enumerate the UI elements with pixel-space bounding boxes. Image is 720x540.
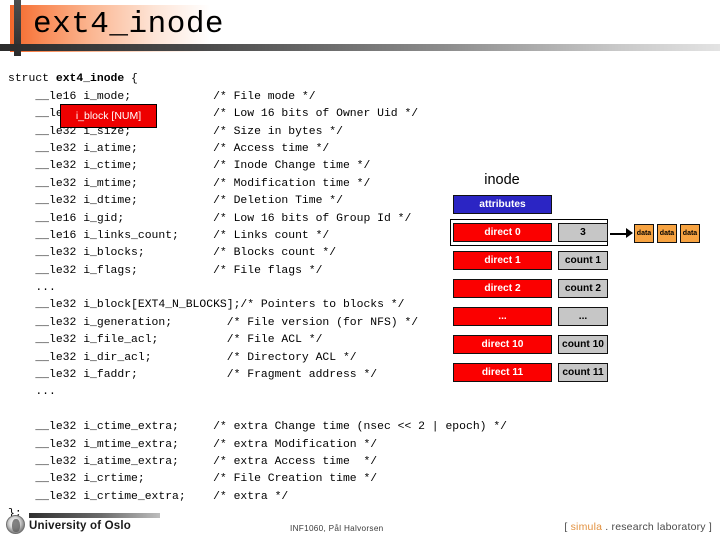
direct-pointer-box-1: direct 1	[453, 251, 552, 270]
block-count-label-0: 3	[580, 227, 586, 238]
block-count-box-2: count 2	[558, 279, 608, 298]
simula-logo-accent: simula	[570, 521, 603, 533]
callout-i-block-label: i_block [NUM]	[75, 110, 142, 122]
code-line: __le32 i_blocks; /* Blocks count */	[8, 247, 337, 260]
code-line: __le32 i_flags; /* File flags */	[8, 264, 323, 277]
code-line: __le16 i_links_count; /* Links count */	[8, 229, 330, 242]
code-line: __le32 i_file_acl; /* File ACL */	[8, 334, 323, 347]
inode-attributes-box: attributes	[453, 195, 552, 214]
code-line: __le32 i_ctime; /* Inode Change time */	[8, 160, 371, 173]
code-line: __le32 i_dir_acl; /* Directory ACL */	[8, 351, 357, 364]
data-block-2: data	[680, 224, 700, 243]
code-line: ...	[8, 282, 56, 295]
slide-footer: University of Oslo INF1060, Pål Halvorse…	[0, 508, 720, 540]
code-listing: struct ext4_inode { __le16 i_mode; /* Fi…	[8, 71, 507, 523]
university-seal-icon	[6, 515, 25, 534]
slide-title-band: ext4_inode	[0, 0, 720, 56]
direct-pointer-label-1: direct 1	[484, 255, 521, 266]
code-line: __le32 i_crtime; /* File Creation time *…	[8, 473, 378, 486]
code-line: __le32 i_crtime_extra; /* extra */	[8, 490, 289, 503]
page-title: ext4_inode	[33, 7, 225, 42]
code-line: ...	[8, 386, 56, 399]
data-block-label-0: data	[636, 230, 652, 237]
direct-pointer-box-0: direct 0	[453, 223, 552, 242]
direct-pointer-box-ellipsis: ...	[453, 307, 552, 326]
direct-pointer-box-10: direct 10	[453, 335, 552, 354]
code-line: __le16 i_gid; /* Low 16 bits of Group Id…	[8, 212, 412, 225]
inode-attributes-label: attributes	[479, 199, 526, 210]
title-horizontal-rule	[0, 44, 720, 51]
data-block-1: data	[657, 224, 677, 243]
direct-pointer-box-11: direct 11	[453, 363, 552, 382]
direct-pointer-label-ellipsis: ...	[498, 311, 507, 322]
code-line: __le32 i_dtime; /* Deletion Time */	[8, 195, 343, 208]
code-line: __le32 i_generation; /* File version (fo…	[8, 316, 419, 329]
code-line: __le32 i_ctime_extra; /* extra Change ti…	[8, 421, 507, 434]
direct-pointer-label-2: direct 2	[484, 283, 521, 294]
inode-diagram: inode attributes direct 0 3 direct 1 cou…	[450, 172, 712, 392]
callout-i-block: i_block [NUM]	[60, 104, 157, 128]
data-block-label-1: data	[659, 230, 675, 237]
data-block-0: data	[634, 224, 654, 243]
direct-pointer-label-11: direct 11	[481, 367, 524, 378]
footer-rule	[29, 513, 160, 518]
block-count-box-1: count 1	[558, 251, 608, 270]
code-line: __le32 i_faddr; /* Fragment address */	[8, 369, 378, 382]
block-count-box-0: 3	[558, 223, 608, 242]
block-count-label-2: count 2	[564, 283, 602, 294]
simula-logo: [ simula . research laboratory ]	[564, 521, 712, 533]
code-line: __le32 i_mtime; /* Modification time */	[8, 177, 371, 190]
block-count-label-ellipsis: ...	[578, 311, 588, 322]
block-count-label-11: count 11	[562, 367, 604, 378]
university-name: University of Oslo	[29, 520, 132, 532]
block-count-box-10: count 10	[558, 335, 608, 354]
code-line: __le32 i_atime; /* Access time */	[8, 142, 330, 155]
code-line: __le32 i_atime_extra; /* extra Access ti…	[8, 455, 378, 468]
direct-pointer-label-0: direct 0	[484, 227, 521, 238]
code-line: struct ext4_inode {	[8, 73, 138, 86]
block-count-label-1: count 1	[564, 255, 602, 266]
course-credit: INF1060, Pål Halvorsen	[290, 524, 384, 533]
pointer-arrow-head-icon	[626, 228, 633, 238]
direct-pointer-box-2: direct 2	[453, 279, 552, 298]
direct-pointer-label-10: direct 10	[481, 339, 524, 350]
block-count-box-11: count 11	[558, 363, 608, 382]
code-line: __le32 i_block[EXT4_N_BLOCKS];/* Pointer…	[8, 299, 405, 312]
block-count-label-10: count 10	[562, 339, 604, 350]
data-block-label-2: data	[682, 230, 698, 237]
code-line: __le32 i_mtime_extra; /* extra Modificat…	[8, 438, 378, 451]
inode-diagram-caption: inode	[484, 172, 520, 188]
simula-logo-rest: . research laboratory ]	[602, 521, 712, 533]
block-count-box-ellipsis: ...	[558, 307, 608, 326]
